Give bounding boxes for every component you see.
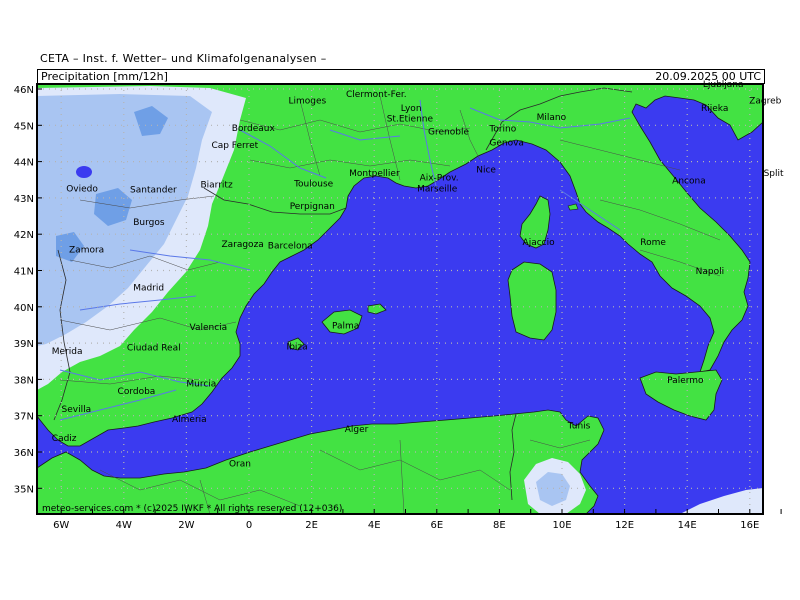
city-label: Clermont-Fer. [346, 90, 407, 100]
city-label: Almeria [172, 415, 207, 425]
city-label: Ibiza [287, 342, 308, 352]
city-label: Grenoble [428, 127, 469, 137]
city-label: Zagreb [749, 97, 781, 107]
lat-tick-label: 35N [14, 484, 34, 495]
city-label: Oran [229, 460, 251, 470]
city-label: Sevilla [62, 405, 92, 415]
city-label: Ancona [672, 176, 706, 186]
city-label: Zaragoza [221, 240, 263, 250]
city-label: Cap Ferret [211, 141, 258, 151]
city-label: Milano [537, 113, 567, 123]
copyright-footer: meteo-services.com * (c)2025 IWKF * All … [42, 504, 342, 514]
city-label: Madrid [133, 283, 164, 293]
lat-tick-label: 39N [14, 339, 34, 350]
city-label: Marseille [417, 185, 458, 195]
lon-tick-label: 0 [246, 520, 252, 531]
city-label: Burgos [133, 218, 165, 228]
lat-tick-label: 36N [14, 448, 34, 459]
lat-tick-label: 37N [14, 412, 34, 423]
lat-tick-label: 40N [14, 303, 34, 314]
lon-tick-label: 14E [678, 520, 697, 531]
city-label: Cordoba [118, 387, 156, 397]
lon-tick-label: 2E [305, 520, 318, 531]
city-label: Tunis [567, 421, 591, 431]
city-label: Palma [332, 322, 359, 332]
lat-tick-label: 42N [14, 230, 34, 241]
city-label: Merida [52, 347, 83, 357]
city-label: Murcia [186, 380, 216, 390]
city-label: Cadiz [52, 434, 77, 444]
lat-tick-label: 45N [14, 121, 34, 132]
lon-tick-label: 8E [493, 520, 506, 531]
city-label: Zamora [69, 245, 104, 255]
city-label: Valencia [190, 323, 228, 333]
lat-tick-label: 43N [14, 194, 34, 205]
lon-tick-label: 4E [368, 520, 381, 531]
city-label: Alger [345, 425, 369, 435]
city-label: Lyon [401, 104, 422, 114]
city-label: Montpellier [349, 169, 400, 179]
city-label: Barcelona [268, 242, 313, 252]
city-label: Aix-Prov. [420, 173, 459, 183]
lon-tick-label: 6W [53, 520, 69, 531]
city-label: Santander [130, 185, 177, 195]
precipitation-map: Clermont-Fer. Limoges LyonSt.Etienne Grenob… [14, 80, 784, 531]
city-label: St.Etienne [387, 115, 434, 125]
city-label: Split [764, 169, 784, 179]
city-label: Biarritz [200, 181, 232, 191]
city-label: Ljubljana [703, 80, 744, 90]
lon-tick-label: 12E [615, 520, 634, 531]
lat-tick-label: 44N [14, 158, 34, 169]
city-label: Napoli [696, 267, 724, 277]
city-label: Nice [476, 165, 496, 175]
city-label: Bordeaux [232, 124, 276, 134]
lon-tick-label: 10E [552, 520, 571, 531]
city-label: Ajaccio [523, 238, 556, 248]
city-label: Oviedo [66, 184, 98, 194]
city-label: Limoges [288, 97, 326, 107]
lat-tick-label: 46N [14, 85, 34, 96]
city-label: Ciudad Real [127, 343, 181, 353]
lat-tick-label: 41N [14, 267, 34, 278]
lon-tick-label: 16E [740, 520, 759, 531]
island-sardinia [507, 261, 557, 341]
city-label: Palermo [667, 376, 704, 386]
lon-tick-label: 6E [430, 520, 443, 531]
city-label: Perpignan [290, 202, 335, 212]
city-label: Torino [488, 124, 516, 134]
city-label: Rijeka [701, 104, 728, 114]
city-label: Toulouse [293, 179, 334, 189]
city-label: Genova [489, 138, 524, 148]
precip-biscay-core [76, 166, 92, 178]
lon-tick-label: 4W [116, 520, 132, 531]
lon-tick-label: 2W [178, 520, 194, 531]
lat-tick-label: 38N [14, 375, 34, 386]
city-label: Rome [640, 238, 666, 248]
